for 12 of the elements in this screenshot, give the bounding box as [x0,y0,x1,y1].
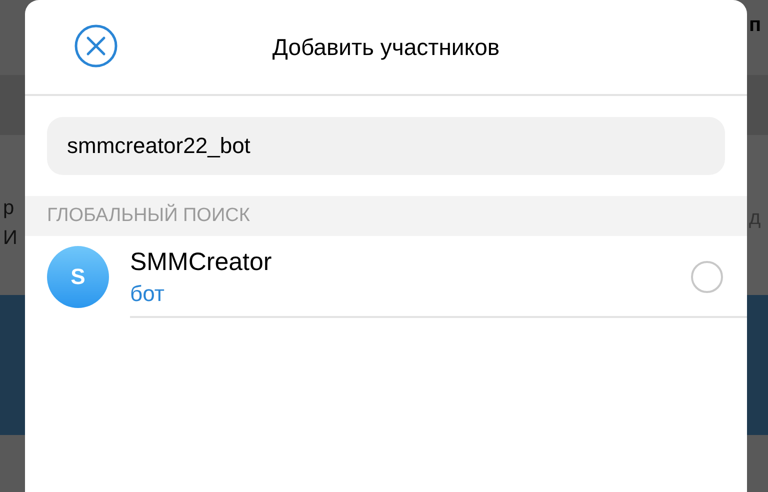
contact-status: бот [130,280,166,306]
section-header: ГЛОБАЛЬНЫЙ ПОИСК [25,196,747,236]
dialog-title: Добавить участников [272,34,500,60]
background-text: р [3,196,16,221]
search-field[interactable]: smmcreator22_bot [47,117,725,175]
close-icon[interactable] [74,24,118,68]
select-radio[interactable] [691,261,723,293]
contact-name: SMMCreator [130,248,273,276]
background-text: И [3,226,18,251]
avatar: S [47,246,109,308]
contact-row[interactable]: S SMMCreator бот [25,236,747,318]
background-text: п [749,14,762,37]
